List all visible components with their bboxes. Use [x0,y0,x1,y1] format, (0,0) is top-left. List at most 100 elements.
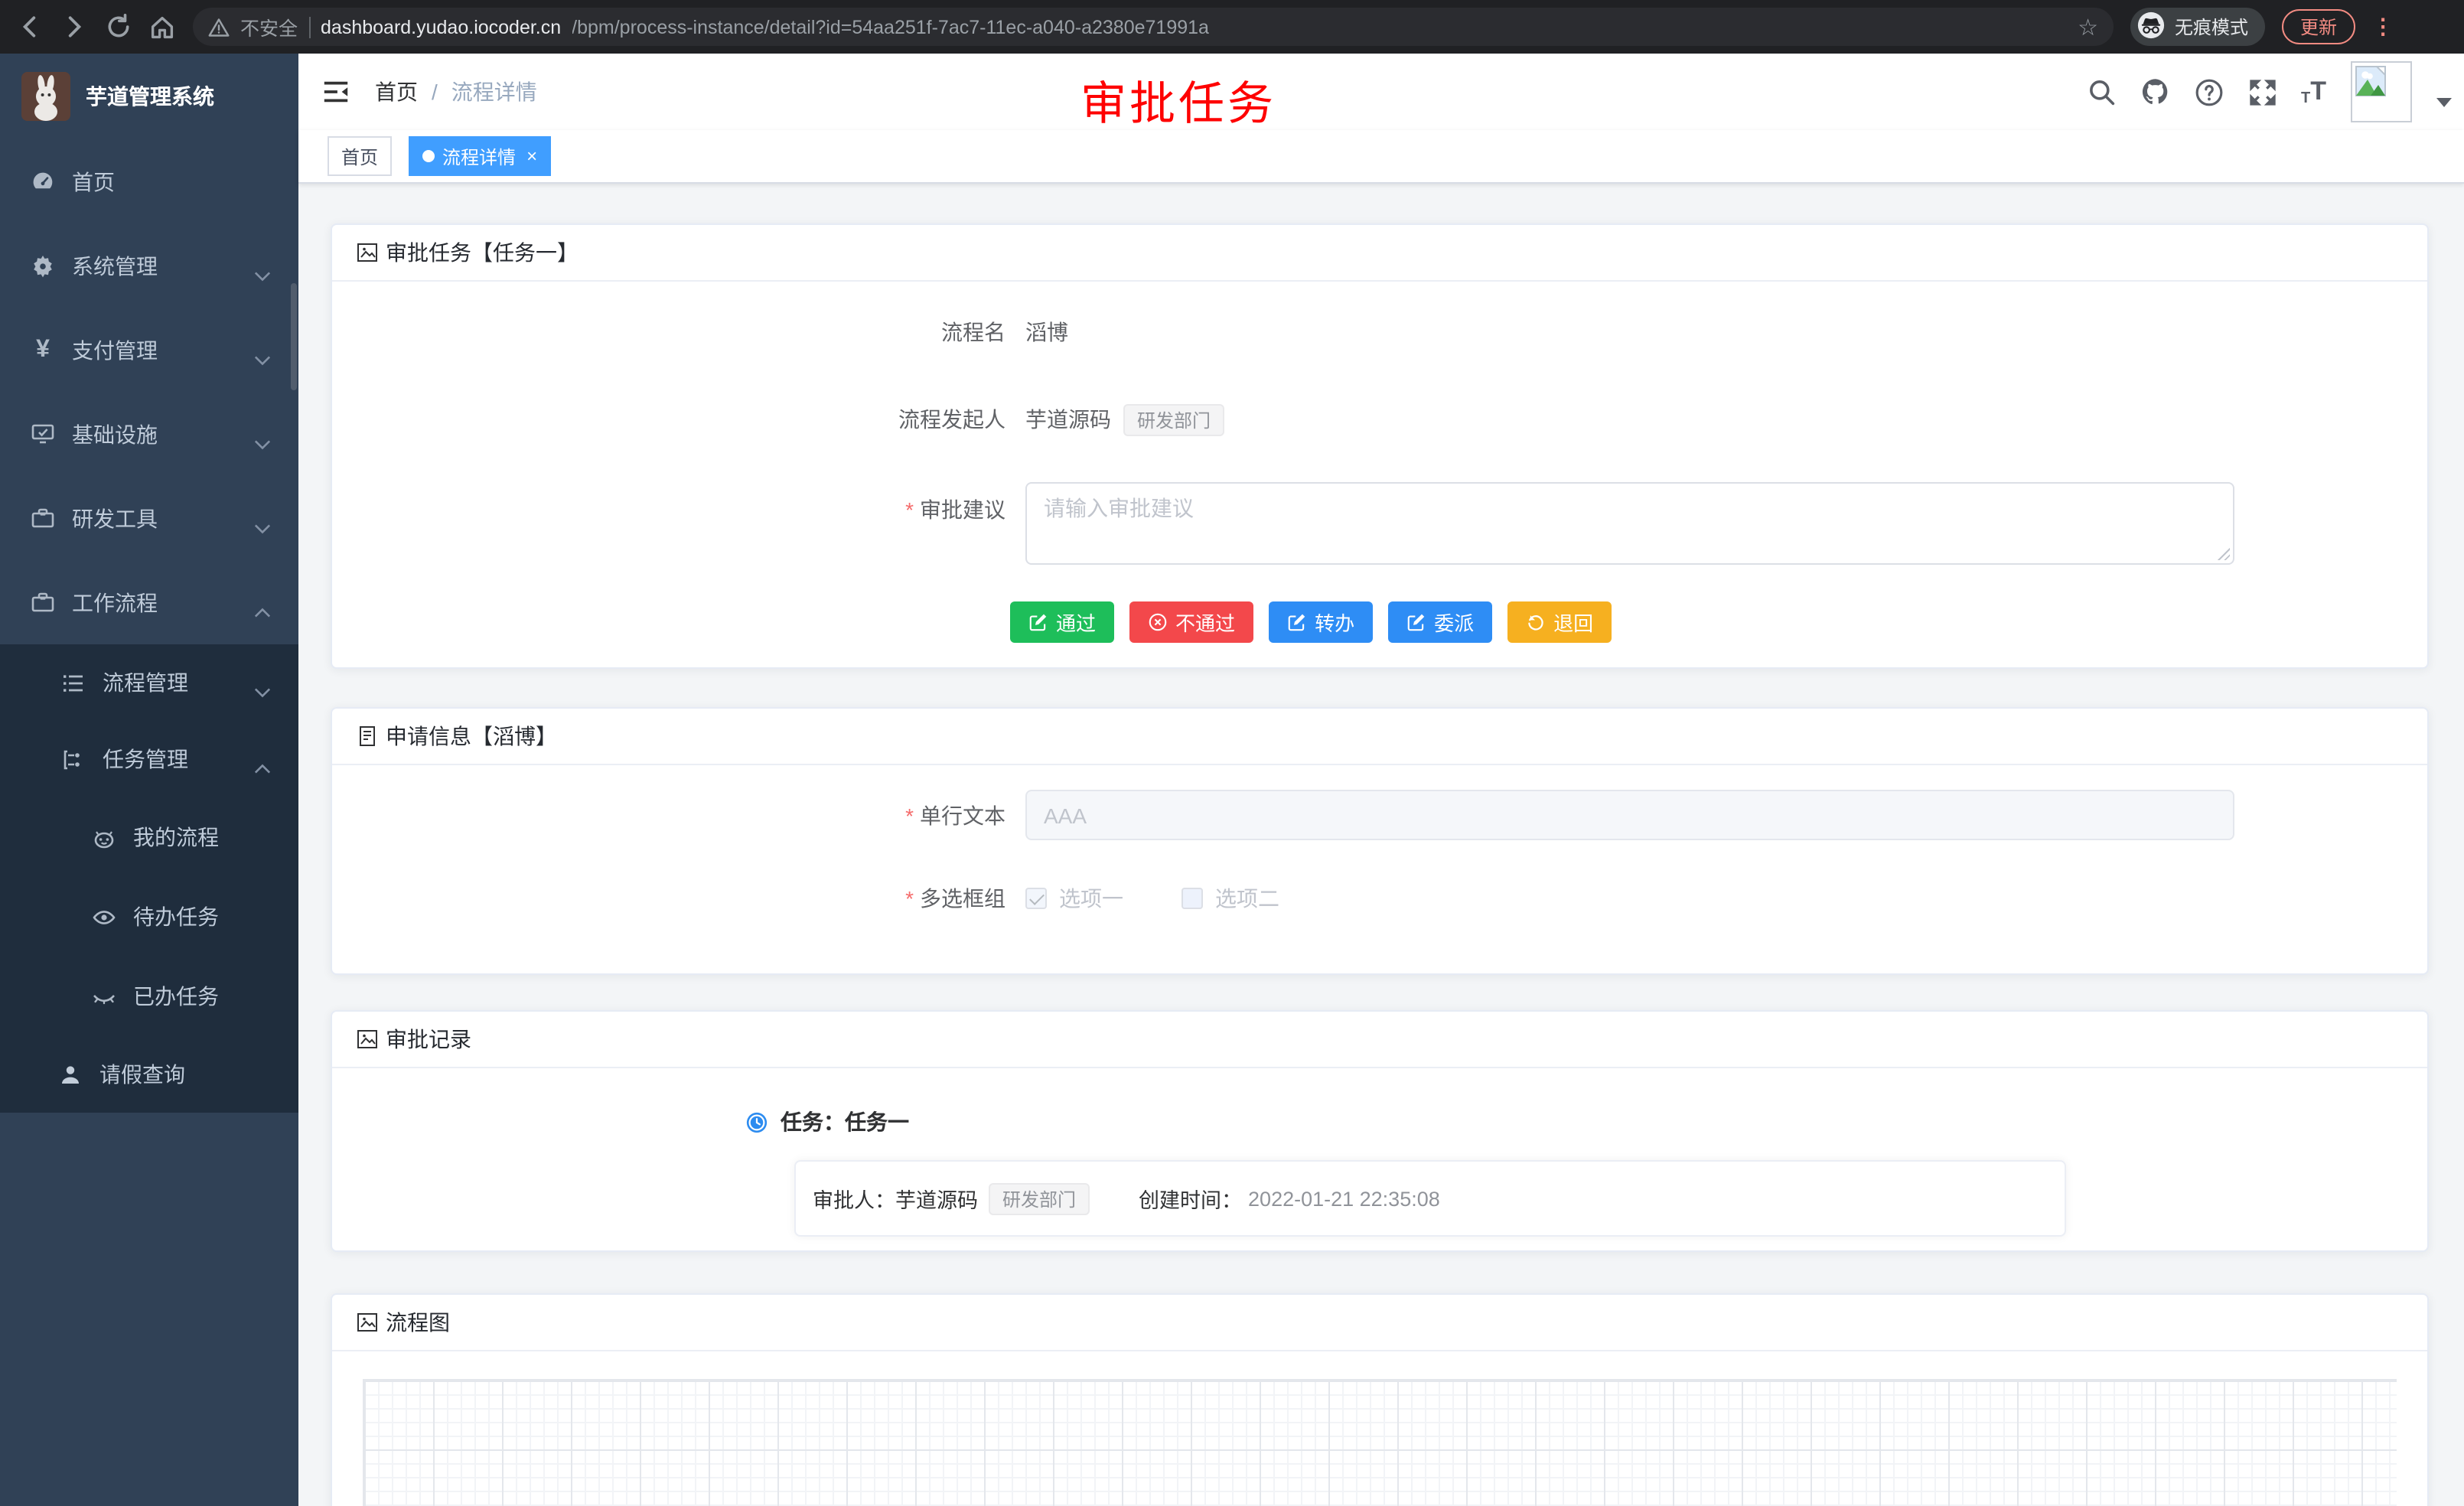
sidebar-item-my-process[interactable]: 我的流程 [0,797,298,877]
created-time-label: 创建时间： [1139,1183,1242,1214]
created-time-value: 2022-01-21 22:35:08 [1248,1187,1440,1210]
checkbox-label: 选项二 [1215,883,1279,914]
broken-image-icon [2355,66,2386,96]
sidebar-item-label: 研发工具 [72,503,158,533]
task-title: 任务：任务一 [781,1107,909,1137]
top-navbar: 首页 / 流程详情 审批任务 [298,54,2464,130]
resize-grip-icon[interactable] [2216,546,2230,560]
fullscreen-icon[interactable] [2247,77,2277,106]
sidebar-item-label: 工作流程 [72,587,158,618]
incognito-icon [2136,10,2166,44]
edit-icon [1406,612,1426,632]
back-icon[interactable] [15,13,43,41]
help-icon[interactable] [2194,77,2223,106]
app-title: 芋道管理系统 [86,81,214,112]
sidebar-item-label: 流程管理 [103,667,188,698]
sidebar-item-label: 请假查询 [99,1059,185,1090]
list-icon [61,670,86,695]
approval-record-card: 审批记录 任务：任务一 审批人： 芋道源码 研发部门 创建时间： 2022-01… [331,1010,2429,1252]
eye-closed-icon [92,984,116,1009]
sidebar-item-label: 系统管理 [72,250,158,281]
dashboard-icon [31,169,55,194]
process-diagram-card: 流程图 [331,1293,2429,1506]
sidebar-item-label: 我的流程 [133,822,219,852]
url-host: dashboard.yudao.iocoder.cn [321,16,561,37]
search-icon[interactable] [2087,77,2116,106]
sidebar-item-payment[interactable]: ¥ 支付管理 [0,308,298,392]
home-icon[interactable] [148,13,176,41]
breadcrumb-current: 流程详情 [451,77,537,107]
bookmark-star-icon[interactable]: ☆ [2078,13,2098,41]
bpmn-canvas[interactable] [363,1379,2397,1506]
sidebar-item-infrastructure[interactable]: 基础设施 [0,392,298,476]
sidebar-item-label: 基础设施 [72,419,158,449]
approve-button[interactable]: 通过 [1010,601,1114,643]
initiator-value: 芋道源码 [1025,404,1111,435]
sidebar-item-system[interactable]: 系统管理 [0,223,298,308]
sidebar-scrollbar[interactable] [291,283,297,390]
app-logo [21,72,70,121]
url-path: /bpm/process-instance/detail?id=54aa251f… [572,16,1209,37]
url-bar[interactable]: 不安全 dashboard.yudao.iocoder.cn /bpm/proc… [193,8,2114,46]
return-button[interactable]: 退回 [1507,601,1612,643]
avatar-dropdown-caret[interactable] [2436,98,2452,107]
edit-icon [1287,612,1307,632]
transfer-button[interactable]: 转办 [1269,601,1373,643]
flow-nodes-icon [61,747,86,771]
app-logo-row[interactable]: 芋道管理系统 [0,54,298,139]
breadcrumb-separator: / [432,80,438,104]
tab-home[interactable]: 首页 [328,136,392,176]
active-tab-dot [422,150,435,162]
timeline-clock-icon [745,1110,768,1133]
document-icon [357,725,378,747]
sidebar-item-todo-tasks[interactable]: 待办任务 [0,877,298,957]
delegate-button[interactable]: 委派 [1388,601,1492,643]
circle-x-icon [1148,612,1168,632]
close-icon[interactable]: × [526,147,537,165]
field-label: *审批建议 [332,494,1005,525]
tab-process-detail[interactable]: 流程详情 × [409,136,551,176]
sidebar-item-done-tasks[interactable]: 已办任务 [0,957,298,1036]
tab-label: 流程详情 [442,143,516,169]
approver-label: 审批人： [813,1183,895,1214]
chevron-up-icon [254,755,271,779]
sidebar-item-process-management[interactable]: 流程管理 [0,644,298,721]
reload-icon[interactable] [104,13,132,41]
checkbox-label: 选项一 [1059,883,1123,914]
sidebar-item-home[interactable]: 首页 [0,139,298,223]
collapse-sidebar-icon[interactable] [321,77,350,106]
audit-detail-box: 审批人： 芋道源码 研发部门 创建时间： 2022-01-21 22:35:08 [794,1160,2066,1237]
avatar[interactable] [2351,61,2412,122]
field-label: 流程名 [332,317,1005,347]
yen-icon: ¥ [31,337,55,362]
omnibox-divider [308,16,310,37]
chevron-down-icon [254,261,271,285]
screen: 不安全 dashboard.yudao.iocoder.cn /bpm/proc… [0,0,2464,1506]
eye-icon [92,905,116,929]
textarea-placeholder: 请输入审批建议 [1044,496,1194,520]
suggestion-textarea[interactable]: 请输入审批建议 [1025,482,2234,565]
sidebar-item-label: 首页 [72,166,115,197]
dept-tag: 研发部门 [1123,403,1224,435]
reject-button[interactable]: 不通过 [1129,601,1253,643]
sidebar-item-dev-tools[interactable]: 研发工具 [0,476,298,560]
not-secure-warning-icon [208,16,230,37]
chevron-up-icon [254,598,271,622]
font-size-icon[interactable]: TT [2301,77,2326,107]
field-label: 流程发起人 [332,404,1005,435]
chevron-down-icon [254,345,271,370]
sidebar-item-leave-query[interactable]: 请假查询 [0,1036,298,1113]
page-content: 审批任务【任务一】 流程名 滔博 流程发起人 芋道源码 研发部门 [298,184,2464,1506]
tab-label: 首页 [341,143,378,169]
sidebar-item-label: 支付管理 [72,334,158,365]
edit-icon [1028,612,1048,632]
sidebar-item-workflow[interactable]: 工作流程 [0,560,298,644]
browser-menu-icon[interactable]: ⋮ [2372,14,2394,40]
chrome-update-button[interactable]: 更新 [2282,9,2355,44]
card-header: 审批任务【任务一】 [332,225,2427,282]
github-icon[interactable] [2140,77,2169,106]
sidebar-item-task-management[interactable]: 任务管理 [0,721,298,797]
forward-icon[interactable] [60,13,87,41]
chevron-down-icon [254,513,271,538]
breadcrumb-home[interactable]: 首页 [375,77,418,107]
